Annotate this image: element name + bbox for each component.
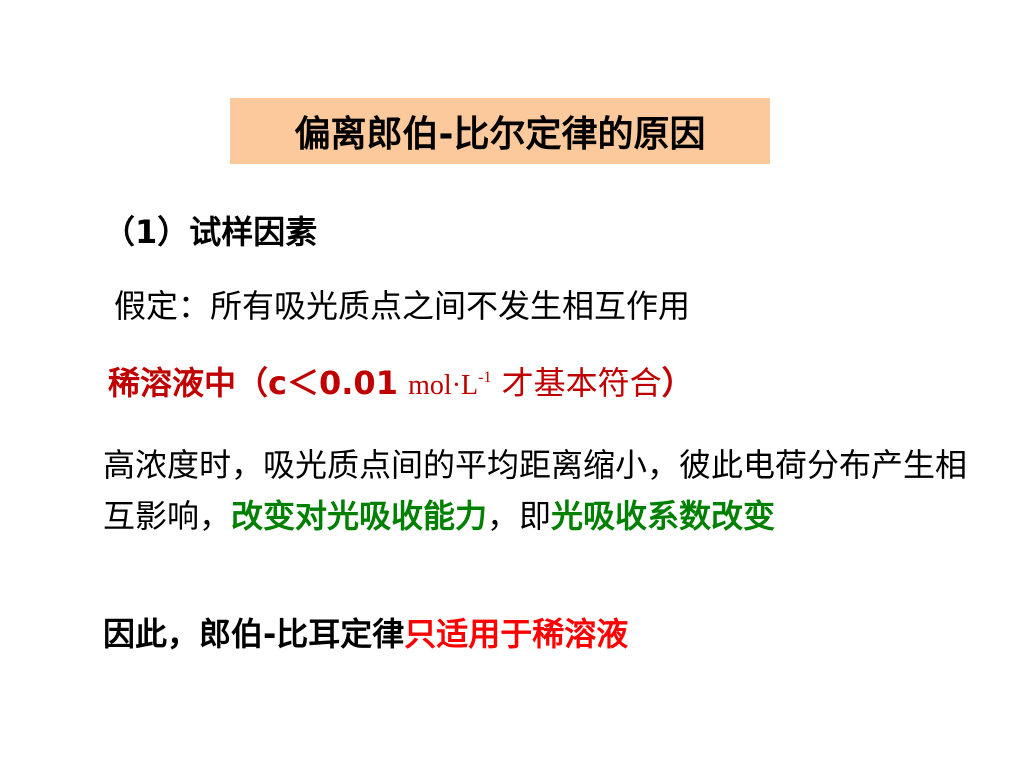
assumption-text: 假定：所有吸光质点之间不发生相互作用 [114, 287, 691, 325]
unit-exponent: -1 [478, 369, 492, 386]
conclusion-highlight: 只适用于稀溶液 [404, 615, 629, 653]
title-box: 偏离郎伯-比尔定律的原因 [230, 98, 770, 164]
concentration-condition: c＜0.01 [268, 364, 398, 402]
unit-base: mol·L [408, 370, 479, 401]
conclusion: 因此，郎伯-比耳定律只适用于稀溶液 [103, 609, 628, 655]
dilute-tail: 才基本符合 [501, 364, 662, 402]
open-paren: （ [236, 364, 269, 402]
high-concentration-paragraph: 高浓度时，吸光质点间的平均距离缩小，彼此电荷分布产生相互影响，改变对光吸收能力，… [103, 440, 993, 542]
page-title: 偏离郎伯-比尔定律的原因 [294, 114, 706, 155]
paragraph-highlight2: 光吸收系数改变 [551, 497, 776, 535]
slide: 偏离郎伯-比尔定律的原因 （1）试样因素 假定：所有吸光质点之间不发生相互作用 … [0, 0, 1024, 768]
section-heading: （1）试样因素 [103, 213, 318, 251]
dilute-condition: 稀溶液中（c＜0.01 mol·L-1 才基本符合） [108, 358, 694, 404]
paragraph-part2: ，即 [487, 497, 552, 535]
dilute-label: 稀溶液中 [108, 364, 237, 402]
concentration-unit: mol·L-1 [408, 369, 492, 402]
conclusion-part1: 因此，郎伯-比耳定律 [103, 615, 405, 653]
close-paren: ） [661, 364, 694, 402]
paragraph-highlight1: 改变对光吸收能力 [231, 497, 488, 535]
